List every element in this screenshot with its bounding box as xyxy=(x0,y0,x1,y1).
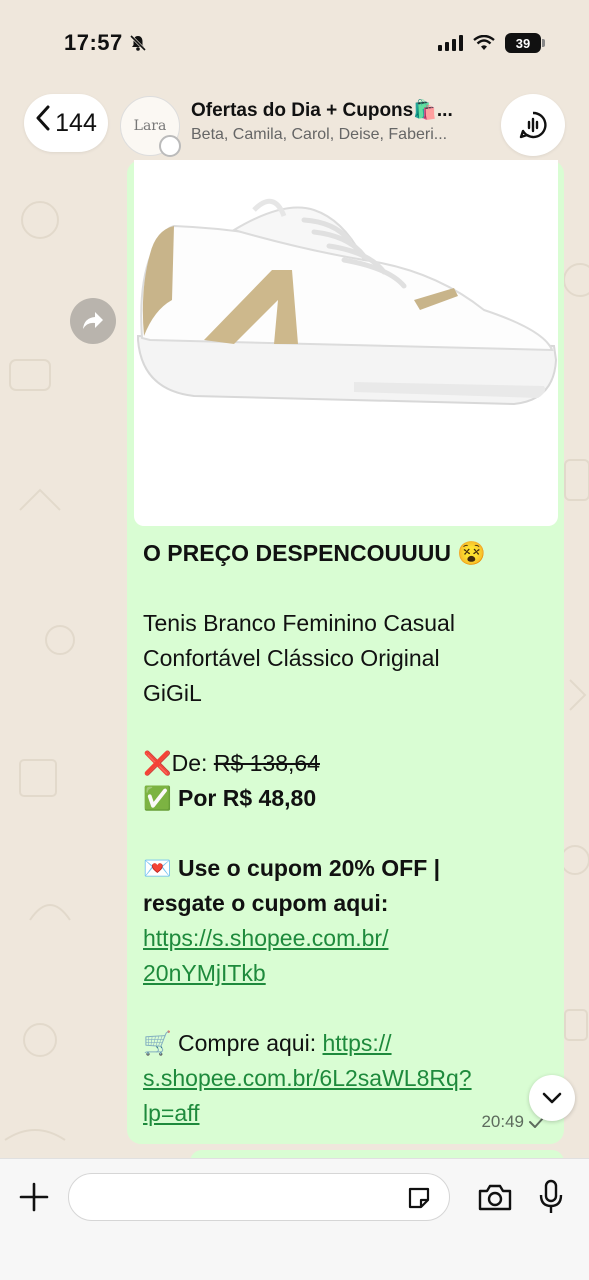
chat-header: 144 Lara Ofertas do Dia + Cupons🛍️... Be… xyxy=(0,90,589,160)
microphone-button[interactable] xyxy=(536,1177,566,1217)
back-button[interactable]: 144 xyxy=(24,94,108,152)
sticker-icon xyxy=(408,1187,430,1209)
status-icons: 39 xyxy=(438,33,545,53)
chevron-left-icon xyxy=(35,105,51,137)
microphone-icon xyxy=(539,1179,563,1213)
buy-link-part3[interactable]: lp=aff xyxy=(143,1100,200,1126)
message-text: O PREÇO DESPENCOUUUU 😵 Tenis Branco Femi… xyxy=(143,536,553,1131)
bell-slash-icon xyxy=(129,34,146,52)
message-bubble[interactable]: O PREÇO DESPENCOUUUU 😵 Tenis Branco Femi… xyxy=(127,160,564,1144)
coupon-line1: 💌 Use o cupom 20% OFF | xyxy=(143,855,441,881)
plus-icon xyxy=(19,1182,49,1212)
battery-indicator: 39 xyxy=(505,33,545,53)
scroll-to-bottom-button[interactable] xyxy=(529,1075,575,1121)
chat-title: Ofertas do Dia + Cupons🛍️... xyxy=(191,100,453,121)
buy-link-part1[interactable]: https:// xyxy=(323,1030,392,1056)
wifi-icon xyxy=(473,35,495,50)
buy-line: 🛒 Compre aqui: https:// xyxy=(143,1026,553,1061)
message-composer xyxy=(0,1158,589,1280)
chat-info[interactable]: Ofertas do Dia + Cupons🛍️... Beta, Camil… xyxy=(191,98,491,144)
buy-label: 🛒 Compre aqui: xyxy=(143,1030,323,1056)
avatar-logo-text: Lara xyxy=(133,118,167,134)
forward-arrow-icon xyxy=(83,312,103,329)
attach-button[interactable] xyxy=(16,1179,52,1215)
old-price: R$ 138,64 xyxy=(213,750,320,776)
sneaker-image xyxy=(137,198,558,406)
group-avatar[interactable]: Lara xyxy=(120,96,181,157)
chat-members: Beta, Camila, Carol, Deise, Faberi... xyxy=(191,126,448,143)
message-time: 20:49 xyxy=(481,1112,524,1131)
voice-chat-icon xyxy=(519,111,547,139)
camera-button[interactable] xyxy=(476,1179,514,1215)
status-ring-icon xyxy=(159,135,181,157)
chevron-down-icon xyxy=(542,1092,562,1104)
old-price-line: ❌De: R$ 138,64 xyxy=(143,746,553,781)
camera-icon xyxy=(478,1184,512,1211)
product-name-line1: Tenis Branco Feminino Casual xyxy=(143,610,455,636)
unread-count: 144 xyxy=(55,108,97,137)
buy-link-part2[interactable]: s.shopee.com.br/6L2saWL8Rq? xyxy=(143,1065,472,1091)
message-input[interactable] xyxy=(68,1173,450,1221)
coupon-line2: resgate o cupom aqui: xyxy=(143,890,389,916)
status-bar: 17:57 39 xyxy=(0,0,589,90)
coupon-link-part1[interactable]: https://s.shopee.com.br/ xyxy=(143,925,388,951)
sticker-button[interactable] xyxy=(404,1183,434,1213)
cellular-signal-icon xyxy=(438,35,463,51)
new-price: ✅ Por R$ 48,80 xyxy=(143,785,317,811)
old-price-label: ❌De: xyxy=(143,750,214,776)
product-image[interactable] xyxy=(134,160,558,526)
product-name-line3: GiGiL xyxy=(143,680,202,706)
coupon-link-part2[interactable]: 20nYMjITkb xyxy=(143,960,266,986)
status-time: 17:57 xyxy=(64,30,147,56)
forward-button[interactable] xyxy=(70,298,116,344)
group-call-button[interactable] xyxy=(501,94,565,156)
product-name-line2: Confortável Clássico Original xyxy=(143,645,440,671)
clock: 17:57 xyxy=(64,30,123,55)
headline: O PREÇO DESPENCOUUUU 😵 xyxy=(143,540,487,566)
